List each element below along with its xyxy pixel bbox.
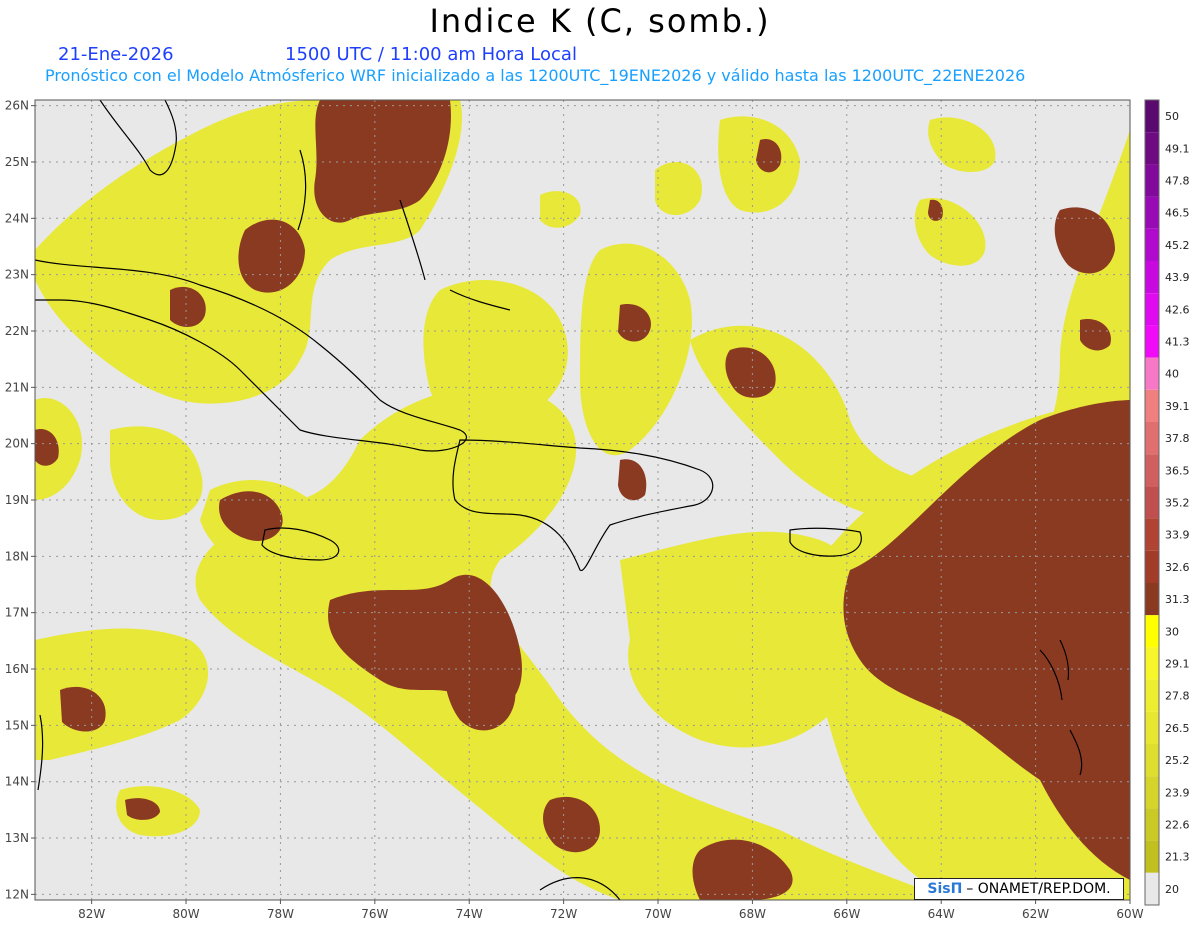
lon-tick-label: 80W (172, 907, 199, 921)
lat-tick-label: 18N (5, 549, 29, 563)
sispi-logo: SisΠ (927, 881, 963, 897)
legend-label: 26.5 (1165, 722, 1190, 735)
legend-label: 50 (1165, 110, 1179, 123)
legend-label: 45.2 (1165, 239, 1190, 252)
lat-tick-label: 23N (5, 268, 29, 282)
lat-tick-label: 24N (5, 211, 29, 225)
legend-label: 47.8 (1165, 175, 1190, 188)
legend-label: 27.8 (1165, 690, 1190, 703)
legend-label: 37.8 (1165, 432, 1190, 445)
lon-tick-label: 64W (928, 907, 955, 921)
lat-tick-label: 20N (5, 437, 29, 451)
lat-tick-label: 22N (5, 324, 29, 338)
legend-label: 32.6 (1165, 561, 1190, 574)
legend-swatch (1145, 583, 1159, 616)
legend-swatch (1145, 550, 1159, 583)
legend-swatch (1145, 808, 1159, 841)
legend-swatch (1145, 325, 1159, 358)
yellow-region-north-island-2 (655, 161, 702, 215)
lon-tick-label: 78W (267, 907, 294, 921)
lat-tick-label: 12N (5, 887, 29, 901)
legend-label: 23.9 (1165, 786, 1190, 799)
legend-label: 41.3 (1165, 336, 1190, 349)
lat-tick-label: 13N (5, 831, 29, 845)
legend-label: 31.3 (1165, 593, 1190, 606)
legend-swatch (1145, 196, 1159, 229)
legend-swatch (1145, 100, 1159, 133)
lat-tick-label: 26N (5, 99, 29, 113)
legend-swatch (1145, 615, 1159, 648)
legend-label: 33.9 (1165, 529, 1190, 542)
legend-label: 20 (1165, 883, 1179, 896)
lon-tick-label: 66W (833, 907, 860, 921)
lon-tick-label: 82W (78, 907, 105, 921)
longitude-axis: 82W 80W 78W 76W 74W 72W 70W 68W 66W 64W 62W 60W (78, 900, 1144, 921)
legend-label: 46.5 (1165, 207, 1190, 220)
legend-swatch (1145, 486, 1159, 519)
lon-tick-label: 62W (1022, 907, 1049, 921)
legend-swatch (1145, 744, 1159, 777)
legend-swatch (1145, 647, 1159, 680)
lon-tick-label: 70W (644, 907, 671, 921)
legend-label: 49.1 (1165, 142, 1190, 155)
color-legend: 50 49.1 47.8 46.5 45.2 43.9 42.6 41.3 40 39.1 37.8… (1144, 99, 1190, 906)
legend-swatch (1145, 840, 1159, 873)
lon-tick-label: 72W (550, 907, 577, 921)
legend-label: 42.6 (1165, 303, 1190, 316)
credit-text: – ONAMET/REP.DOM. (966, 881, 1111, 897)
legend-label: 40 (1165, 368, 1179, 381)
lat-tick-label: 21N (5, 380, 29, 394)
credit-badge: SisΠ – ONAMET/REP.DOM. (914, 878, 1124, 900)
legend-swatch (1145, 228, 1159, 261)
lat-tick-label: 14N (5, 775, 29, 789)
legend-label: 39.1 (1165, 400, 1190, 413)
legend-label: 36.5 (1165, 464, 1190, 477)
legend-swatch (1145, 389, 1159, 422)
legend-label: 29.1 (1165, 658, 1190, 671)
forecast-map: 82W 80W 78W 76W 74W 72W 70W 68W 66W 64W 62W 60W 26N… (5, 99, 1190, 921)
lat-tick-label: 25N (5, 155, 29, 169)
legend-swatch (1145, 293, 1159, 326)
legend-swatch (1145, 711, 1159, 744)
legend-swatch (1145, 776, 1159, 809)
legend-label: 22.6 (1165, 819, 1190, 832)
latitude-axis: 26N 25N 24N 23N 22N 21N 20N 19N 18N 17N 16N 15N 14N 1… (5, 99, 35, 901)
legend-swatch (1145, 357, 1159, 390)
legend-swatch (1145, 679, 1159, 712)
lat-tick-label: 15N (5, 718, 29, 732)
legend-label: 21.3 (1165, 851, 1190, 864)
lon-tick-label: 76W (361, 907, 388, 921)
lon-tick-label: 74W (456, 907, 483, 921)
legend-label: 25.2 (1165, 754, 1190, 767)
legend-label: 30 (1165, 625, 1179, 638)
legend-swatch (1145, 132, 1159, 165)
legend-swatch (1145, 422, 1159, 455)
legend-swatch (1145, 518, 1159, 551)
legend-swatch (1145, 164, 1159, 197)
legend-label: 35.2 (1165, 497, 1190, 510)
legend-label: 43.9 (1165, 271, 1190, 284)
lat-tick-label: 16N (5, 662, 29, 676)
legend-swatch (1145, 454, 1159, 487)
legend-swatch (1145, 872, 1159, 905)
lat-tick-label: 17N (5, 606, 29, 620)
lon-tick-label: 60W (1116, 907, 1143, 921)
lon-tick-label: 68W (739, 907, 766, 921)
legend-swatch (1145, 261, 1159, 294)
lat-tick-label: 19N (5, 493, 29, 507)
